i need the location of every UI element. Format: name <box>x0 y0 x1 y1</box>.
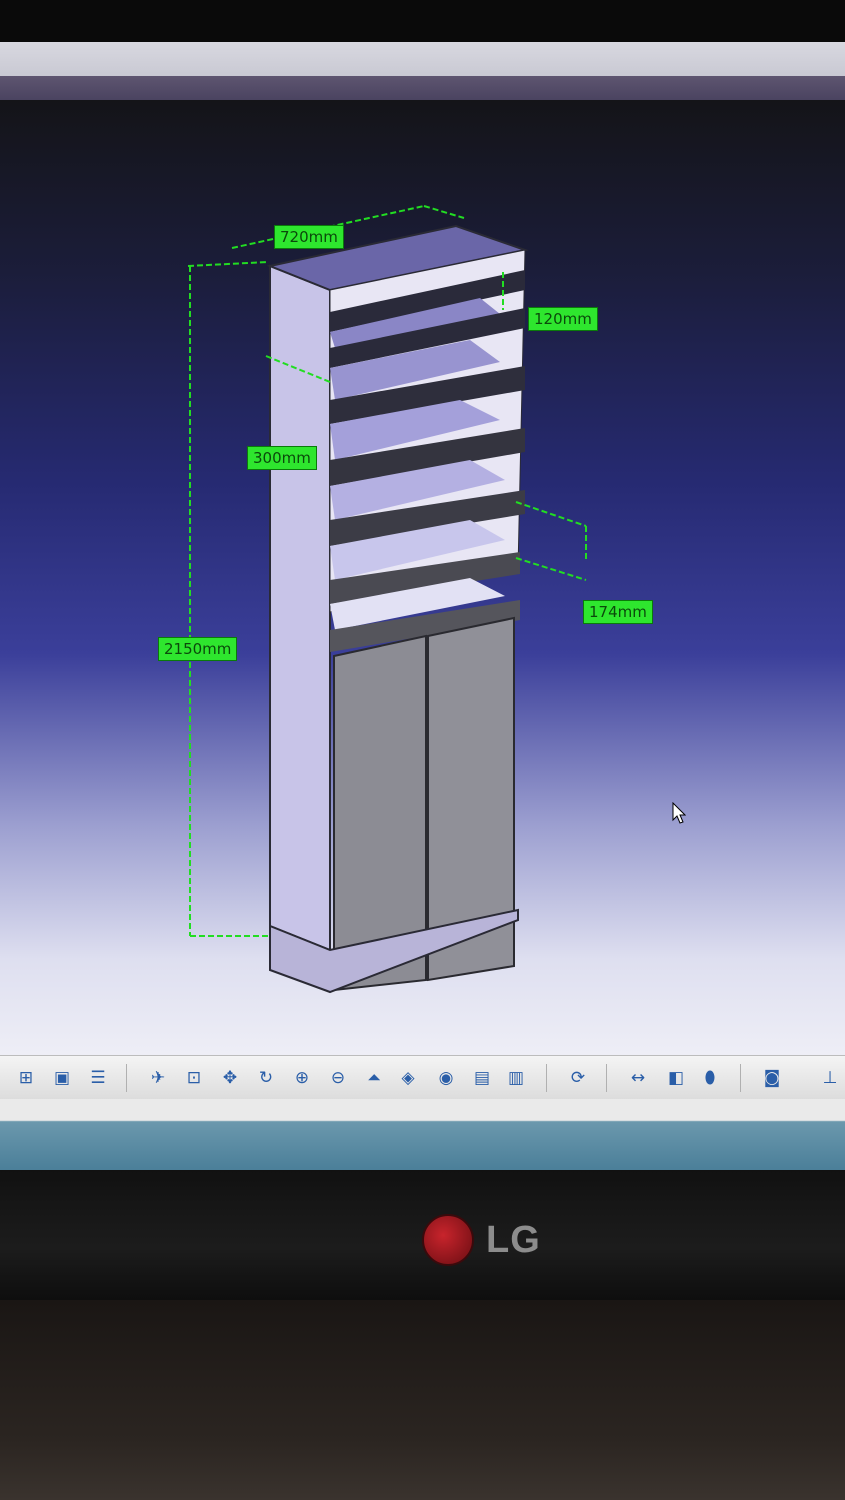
zoom-out-icon[interactable]: ⊖ <box>326 1066 350 1090</box>
lg-logo-icon <box>422 1214 474 1266</box>
mass-icon[interactable]: ⬮ <box>698 1066 722 1090</box>
pan-icon[interactable]: ✥ <box>218 1066 242 1090</box>
3d-viewport[interactable]: 720mm 120mm 300mm 2150mm 174mm <box>0 100 845 1055</box>
fit-all-icon[interactable]: ⊡ <box>182 1066 206 1090</box>
properties-icon[interactable]: ☰ <box>86 1066 110 1090</box>
render-style-icon[interactable]: ◉ <box>434 1066 458 1090</box>
dimension-width-label[interactable]: 720mm <box>274 225 344 249</box>
iso-view-icon[interactable]: ◈ <box>396 1066 420 1090</box>
status-bar <box>0 1099 845 1170</box>
zoom-in-icon[interactable]: ⊕ <box>290 1066 314 1090</box>
dimension-height-label[interactable]: 2150mm <box>158 637 238 661</box>
update-icon[interactable]: ⟳ <box>566 1066 590 1090</box>
capture-icon[interactable]: ◙ <box>760 1066 784 1090</box>
menu-bar <box>0 76 845 100</box>
view-toolbar: ⊞ ▣ ☰ ✈ ⊡ ✥ ↻ ⊕ ⊖ ⏶ ◈ ◉ ▤ ▥ ⟳ ↔ ◧ ⬮ ◙ ⊥ <box>0 1055 845 1101</box>
dimension-depth-label[interactable]: 300mm <box>247 446 317 470</box>
screen: 720mm 120mm 300mm 2150mm 174mm ⊞ ▣ ☰ ✈ ⊡… <box>0 42 845 1170</box>
cabinet-left-panel <box>269 264 331 952</box>
dimension-shelf-gap-label[interactable]: 120mm <box>528 307 598 331</box>
dimension-lower-gap-label[interactable]: 174mm <box>583 600 653 624</box>
monitor-bezel-top <box>0 0 845 42</box>
mouse-cursor-icon <box>672 802 686 824</box>
monitor-logo: LG <box>422 1214 541 1266</box>
cabinet-model <box>187 205 587 994</box>
tree-icon[interactable]: ⊞ <box>14 1066 38 1090</box>
hide-show-icon[interactable]: ▤ <box>470 1066 494 1090</box>
analysis-icon[interactable]: ◧ <box>664 1066 688 1090</box>
normal-view-icon[interactable]: ⏶ <box>362 1066 386 1090</box>
axis-icon[interactable]: ⊥ <box>818 1066 842 1090</box>
desk-surface <box>0 1300 845 1500</box>
rotate-icon[interactable]: ↻ <box>254 1066 278 1090</box>
swap-space-icon[interactable]: ▥ <box>504 1066 528 1090</box>
monitor-brand: LG <box>486 1218 541 1261</box>
lock-icon[interactable]: ▣ <box>50 1066 74 1090</box>
fly-icon[interactable]: ✈ <box>146 1066 170 1090</box>
measure-icon[interactable]: ↔ <box>626 1066 650 1090</box>
window-title-bar <box>0 42 845 76</box>
